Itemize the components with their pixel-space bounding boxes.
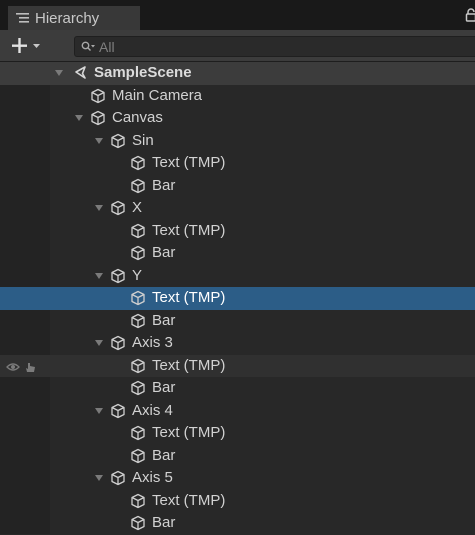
cube-icon	[130, 178, 146, 194]
cube-icon	[110, 470, 126, 486]
object-label: Main Camera	[112, 87, 202, 105]
cube-icon	[110, 268, 126, 284]
object-label: Text (TMP)	[152, 492, 225, 510]
cube-icon	[110, 335, 126, 351]
hierarchy-row[interactable]: Bar	[0, 175, 475, 198]
lock-icon[interactable]	[465, 8, 475, 22]
hierarchy-row[interactable]: Bar	[0, 242, 475, 265]
hierarchy-row[interactable]: Bar	[0, 377, 475, 400]
object-label: Bar	[152, 177, 175, 195]
hierarchy-row[interactable]: Bar	[0, 445, 475, 468]
hierarchy-row[interactable]: Text (TMP)	[0, 220, 475, 243]
hierarchy-row[interactable]: Text (TMP)	[0, 287, 475, 310]
hierarchy-row[interactable]: Bar	[0, 310, 475, 333]
expand-arrow-icon[interactable]	[95, 340, 103, 346]
object-label: Bar	[152, 312, 175, 330]
hierarchy-row[interactable]: Bar	[0, 512, 475, 535]
search-input[interactable]	[99, 37, 475, 56]
cube-icon	[110, 133, 126, 149]
object-label: Bar	[152, 379, 175, 397]
cube-icon	[130, 515, 146, 531]
expand-arrow-icon[interactable]	[95, 408, 103, 414]
eye-icon[interactable]	[6, 360, 40, 374]
cube-icon	[130, 358, 146, 374]
cube-icon	[110, 200, 126, 216]
object-label: Axis 3	[132, 334, 173, 352]
hand-pointer-icon	[26, 363, 35, 372]
tab-title: Hierarchy	[35, 10, 99, 27]
hierarchy-toolbar	[0, 30, 475, 62]
hierarchy-list-icon	[16, 12, 29, 24]
unity-scene-icon	[72, 65, 88, 81]
object-label: Text (TMP)	[152, 222, 225, 240]
object-label: Canvas	[112, 109, 163, 127]
cube-icon	[130, 425, 146, 441]
tab-hierarchy[interactable]: Hierarchy	[8, 6, 140, 30]
hierarchy-row[interactable]: Axis 5	[0, 467, 475, 490]
cube-icon	[130, 380, 146, 396]
object-label: X	[132, 199, 142, 217]
object-label: Bar	[152, 244, 175, 262]
scene-name: SampleScene	[94, 64, 192, 82]
cube-icon	[130, 155, 146, 171]
object-label: Text (TMP)	[152, 357, 225, 375]
hierarchy-row[interactable]: Text (TMP)	[0, 355, 475, 378]
hierarchy-row[interactable]: Text (TMP)	[0, 490, 475, 513]
cube-icon	[90, 88, 106, 104]
cube-icon	[130, 223, 146, 239]
object-label: Axis 4	[132, 402, 173, 420]
object-label: Y	[132, 267, 142, 285]
expand-arrow-icon[interactable]	[95, 475, 103, 481]
plus-dropdown-icon	[12, 38, 40, 53]
hierarchy-tree: SampleScene Main Camera Canvas Sin Text (TM…	[0, 62, 475, 535]
cube-icon	[90, 110, 106, 126]
hierarchy-row[interactable]: Text (TMP)	[0, 422, 475, 445]
cube-icon	[130, 448, 146, 464]
expand-arrow-icon[interactable]	[95, 273, 103, 279]
cube-icon	[110, 403, 126, 419]
object-label: Sin	[132, 132, 154, 150]
hierarchy-row[interactable]: Text (TMP)	[0, 152, 475, 175]
object-label: Text (TMP)	[152, 289, 225, 307]
hierarchy-row[interactable]: Main Camera	[0, 85, 475, 108]
object-label: Bar	[152, 514, 175, 532]
hierarchy-row[interactable]: Sin	[0, 130, 475, 153]
hierarchy-row[interactable]: X	[0, 197, 475, 220]
expand-arrow-icon[interactable]	[75, 115, 83, 121]
search-filter-icon	[81, 41, 95, 53]
expand-arrow-icon[interactable]	[95, 205, 103, 211]
tab-bar: Hierarchy	[0, 0, 475, 30]
object-label: Text (TMP)	[152, 154, 225, 172]
scene-row[interactable]: SampleScene	[0, 62, 475, 85]
object-label: Bar	[152, 447, 175, 465]
cube-icon	[130, 493, 146, 509]
hierarchy-row[interactable]: Y	[0, 265, 475, 288]
cube-icon	[130, 245, 146, 261]
cube-icon	[130, 313, 146, 329]
object-label: Text (TMP)	[152, 424, 225, 442]
expand-arrow-icon[interactable]	[55, 70, 63, 76]
cube-icon	[130, 290, 146, 306]
expand-arrow-icon[interactable]	[95, 138, 103, 144]
search-field[interactable]	[74, 36, 475, 57]
hierarchy-row[interactable]: Axis 4	[0, 400, 475, 423]
hierarchy-row[interactable]: Axis 3	[0, 332, 475, 355]
add-object-button[interactable]	[10, 36, 50, 56]
object-label: Axis 5	[132, 469, 173, 487]
hierarchy-row[interactable]: Canvas	[0, 107, 475, 130]
